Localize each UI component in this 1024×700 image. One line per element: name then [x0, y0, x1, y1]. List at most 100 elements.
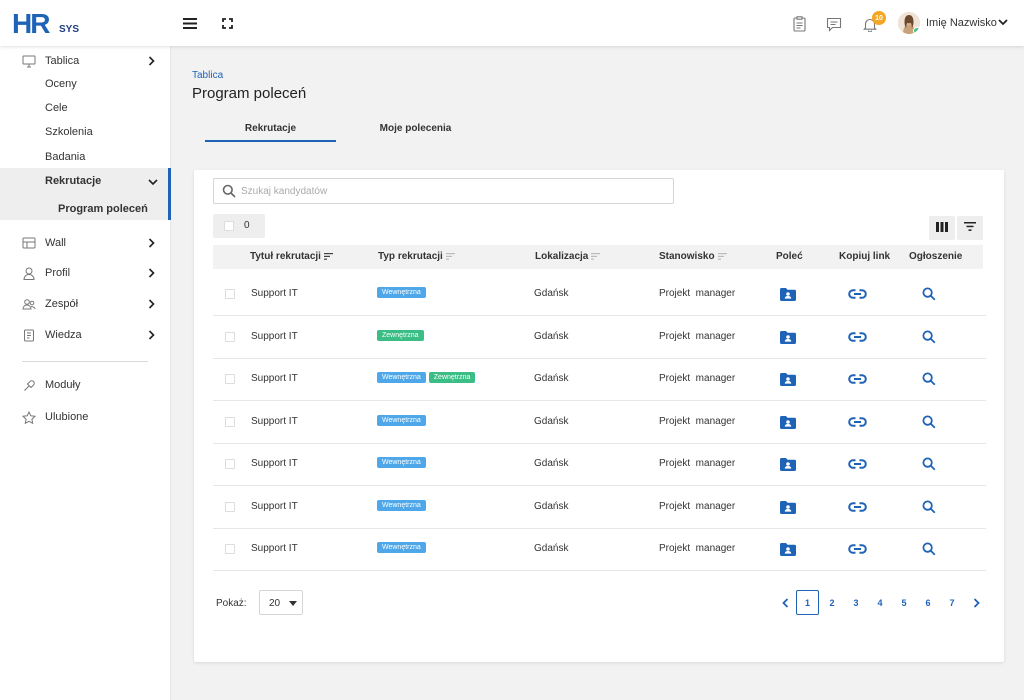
row-checkbox[interactable] [225, 417, 235, 427]
recruitment-types: Wewnętrzna [377, 415, 429, 426]
page-size-value: 20 [269, 598, 281, 609]
search-box[interactable] [213, 178, 674, 204]
recruitment-title[interactable]: Support IT [251, 543, 298, 554]
announcement-button[interactable] [921, 415, 937, 429]
filter-button[interactable] [957, 216, 983, 240]
recruitment-title[interactable]: Support IT [251, 501, 298, 512]
page-1-button[interactable]: 1 [796, 590, 819, 615]
columns-button[interactable] [929, 216, 955, 240]
table-row[interactable]: Support IT Wewnętrzna Zewnętrzna Gdańsk Proj… [213, 358, 986, 401]
row-checkbox[interactable] [225, 332, 235, 342]
filter-icon [964, 222, 976, 234]
column-header-position[interactable]: Stanowisko [659, 251, 727, 262]
breadcrumb[interactable]: Tablica [192, 70, 223, 81]
page-3-button[interactable]: 3 [849, 590, 863, 615]
table-row[interactable]: Support IT Wewnętrzna Gdańsk Projekt manage… [213, 273, 986, 316]
tab-rekrutacje[interactable]: Rekrutacje [205, 123, 336, 134]
recruitment-title[interactable]: Support IT [251, 458, 298, 469]
hrsys-logo[interactable]: HR SYS [12, 10, 82, 38]
book-icon [22, 328, 36, 342]
menu-icon[interactable] [180, 14, 200, 32]
column-header-title[interactable]: Tytuł rekrutacji [250, 251, 333, 262]
announcement-button[interactable] [921, 500, 937, 514]
page-4-button[interactable]: 4 [873, 590, 887, 615]
recruitment-location: Gdańsk [534, 288, 569, 299]
page-5-button[interactable]: 5 [897, 590, 911, 615]
chat-icon[interactable] [824, 15, 844, 33]
table-row[interactable]: Support IT Wewnętrzna Gdańsk Projekt manage… [213, 401, 986, 444]
select-all-checkbox[interactable] [224, 221, 234, 231]
search-icon [222, 184, 236, 198]
recommend-button[interactable] [780, 500, 796, 514]
recruitment-types: Zewnętrzna [377, 330, 427, 341]
column-header-location[interactable]: Lokalizacja [535, 251, 601, 262]
row-checkbox[interactable] [225, 374, 235, 384]
sidebar-item-ulubione[interactable]: Ulubione [0, 405, 171, 429]
recommend-button[interactable] [780, 330, 796, 344]
chevron-right-icon [148, 56, 156, 66]
search-input[interactable] [241, 183, 661, 199]
sidebar-item-moduly[interactable]: Moduły [0, 373, 171, 397]
sidebar-sub-oceny[interactable]: Oceny [45, 78, 77, 90]
announcement-button[interactable] [921, 287, 937, 301]
sidebar-item-tablica[interactable]: Tablica [0, 49, 171, 73]
copy-link-button[interactable] [847, 500, 867, 514]
chevron-left-icon [781, 597, 788, 608]
recommend-button[interactable] [780, 457, 796, 471]
table-row[interactable]: Support IT Wewnętrzna Gdańsk Projekt manage… [213, 443, 986, 486]
recommend-button[interactable] [780, 287, 796, 301]
announcement-button[interactable] [921, 330, 937, 344]
recommend-button[interactable] [780, 415, 796, 429]
recruitment-title[interactable]: Support IT [251, 331, 298, 342]
recruitment-title[interactable]: Support IT [251, 373, 298, 384]
sidebar-item-profil[interactable]: Profil [0, 261, 171, 285]
sidebar-sub-szkolenia[interactable]: Szkolenia [45, 126, 93, 138]
column-header-type[interactable]: Typ rekrutacji [378, 251, 455, 262]
row-checkbox[interactable] [225, 289, 235, 299]
announcement-button[interactable] [921, 542, 937, 556]
bulk-select[interactable]: 0 [213, 214, 265, 238]
clipboard-icon[interactable] [790, 15, 808, 33]
sidebar-sub-badania[interactable]: Badania [45, 151, 85, 163]
page-7-button[interactable]: 7 [945, 590, 959, 615]
recommend-button[interactable] [780, 372, 796, 386]
row-checkbox[interactable] [225, 459, 235, 469]
search-icon [922, 330, 936, 344]
copy-link-button[interactable] [847, 372, 867, 386]
recruitment-type-badge: Wewnętrzna [377, 287, 426, 298]
sidebar-item-rekrutacje[interactable]: Rekrutacje [0, 169, 171, 193]
recruitment-title[interactable]: Support IT [251, 288, 298, 299]
copy-link-button[interactable] [847, 542, 867, 556]
next-page-button[interactable] [969, 590, 983, 615]
sidebar-item-wiedza[interactable]: Wiedza [0, 323, 171, 347]
announcement-button[interactable] [921, 372, 937, 386]
tab-moje-polecenia[interactable]: Moje polecenia [350, 123, 481, 134]
copy-link-button[interactable] [847, 330, 867, 344]
sidebar-item-wall[interactable]: Wall [0, 231, 171, 255]
sidebar-item-label: Wall [45, 237, 66, 249]
sidebar-sub-program-polecen[interactable]: Program poleceń [58, 203, 148, 215]
table-row[interactable]: Support IT Wewnętrzna Gdańsk Projekt manage… [213, 528, 986, 571]
chevron-down-icon[interactable] [998, 17, 1008, 27]
avatar[interactable] [898, 12, 920, 34]
sidebar-item-zespol[interactable]: Zespół [0, 292, 171, 316]
top-bar: HR SYS 10 Imię Nazwisko [0, 0, 1024, 46]
table-row[interactable]: Support IT Zewnętrzna Gdańsk Projekt manage… [213, 316, 986, 359]
page-2-button[interactable]: 2 [825, 590, 839, 615]
user-name[interactable]: Imię Nazwisko [926, 17, 997, 29]
recommend-button[interactable] [780, 542, 796, 556]
table-row[interactable]: Support IT Wewnętrzna Gdańsk Projekt manage… [213, 486, 986, 529]
recruitment-title[interactable]: Support IT [251, 416, 298, 427]
copy-link-button[interactable] [847, 415, 867, 429]
sidebar-sub-cele[interactable]: Cele [45, 102, 68, 114]
page-size-select[interactable]: 20 [259, 590, 303, 615]
row-checkbox[interactable] [225, 502, 235, 512]
fullscreen-icon[interactable] [218, 14, 236, 32]
row-checkbox[interactable] [225, 544, 235, 554]
selected-count: 0 [244, 220, 250, 231]
copy-link-button[interactable] [847, 457, 867, 471]
announcement-button[interactable] [921, 457, 937, 471]
prev-page-button[interactable] [778, 590, 792, 615]
page-6-button[interactable]: 6 [921, 590, 935, 615]
copy-link-button[interactable] [847, 287, 867, 301]
